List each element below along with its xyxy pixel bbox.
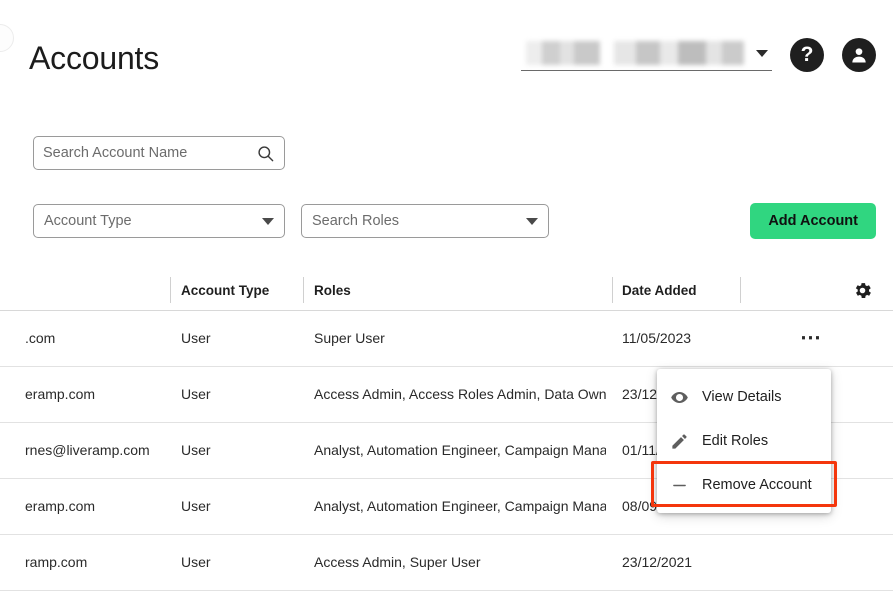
cell-account-type: User <box>181 330 211 346</box>
cell-account-name: rnes@liveramp.com <box>25 442 150 458</box>
cell-account-type: User <box>181 442 211 458</box>
cell-account-name: eramp.com <box>25 498 96 514</box>
cell-date-added: 11/05/2023 <box>622 330 692 346</box>
redacted-text-block <box>526 41 600 65</box>
cell-date-added: 23/12/2021 <box>622 554 693 570</box>
cell-account-type: User <box>181 386 211 402</box>
roles-dropdown-label: Search Roles <box>312 213 400 229</box>
redacted-text-block <box>614 41 744 65</box>
column-header-date-added[interactable]: Date Added <box>622 283 697 298</box>
user-avatar-button[interactable] <box>842 38 876 72</box>
cell-account-type: User <box>181 554 211 570</box>
header-actions: ? <box>521 38 876 72</box>
column-header-account-type[interactable]: Account Type <box>181 283 269 298</box>
table-header-row: Account Type Roles Date Added <box>0 271 893 311</box>
roles-dropdown[interactable]: Search Roles <box>301 204 549 238</box>
column-divider <box>303 277 304 303</box>
account-selector-value-redacted <box>526 41 746 65</box>
help-button[interactable]: ? <box>790 38 824 72</box>
column-divider <box>612 277 613 303</box>
cell-roles: Super User <box>314 330 385 346</box>
cell-account-name: .com <box>25 330 56 346</box>
menu-item-label: Remove Account <box>702 477 812 493</box>
overflow-menu-icon[interactable]: ⋯ <box>800 327 823 348</box>
table-settings-button[interactable] <box>852 280 873 306</box>
cell-roles: Access Admin, Super User <box>314 554 481 570</box>
chevron-down-icon <box>262 217 274 225</box>
row-context-menu: View Details Edit Roles Remove Account <box>657 369 831 513</box>
cell-roles: Access Admin, Access Roles Admin, Data O… <box>314 386 606 402</box>
eye-icon <box>669 388 689 407</box>
chevron-down-icon <box>526 217 538 225</box>
table-row[interactable]: ramp.com User Access Admin, Super User 2… <box>0 535 893 591</box>
search-icon[interactable] <box>256 144 275 163</box>
column-divider <box>740 277 741 303</box>
nav-collapse-toggle[interactable] <box>0 24 14 52</box>
pencil-icon <box>669 432 689 451</box>
search-account-name-box[interactable] <box>33 136 285 170</box>
user-avatar-icon <box>852 48 866 63</box>
menu-item-remove-account[interactable]: Remove Account <box>657 463 831 507</box>
account-selector[interactable] <box>521 39 772 71</box>
cell-roles: Analyst, Automation Engineer, Campaign M… <box>314 442 606 458</box>
cell-roles: Analyst, Automation Engineer, Campaign M… <box>314 498 606 514</box>
menu-item-label: View Details <box>702 389 782 405</box>
gear-icon <box>855 283 871 298</box>
cell-account-type: User <box>181 498 211 514</box>
column-header-roles[interactable]: Roles <box>314 283 351 298</box>
cell-account-name: ramp.com <box>25 554 88 570</box>
help-circle-icon: ? <box>800 43 814 66</box>
minus-icon <box>669 476 689 495</box>
column-divider <box>170 277 171 303</box>
add-account-button[interactable]: Add Account <box>750 203 876 239</box>
menu-item-label: Edit Roles <box>702 433 769 449</box>
menu-item-edit-roles[interactable]: Edit Roles <box>657 419 831 463</box>
chevron-down-icon <box>756 50 768 57</box>
menu-item-view-details[interactable]: View Details <box>657 375 831 419</box>
search-input[interactable] <box>43 145 256 161</box>
cell-account-name: eramp.com <box>25 386 96 402</box>
table-row[interactable]: .com User Super User 11/05/2023 ⋯ <box>0 311 893 367</box>
account-type-dropdown[interactable]: Account Type <box>33 204 285 238</box>
page-title: Accounts <box>29 40 160 76</box>
accounts-page: Accounts ? Search Account Name Account T… <box>0 0 893 604</box>
account-type-dropdown-label: Account Type <box>44 213 132 229</box>
